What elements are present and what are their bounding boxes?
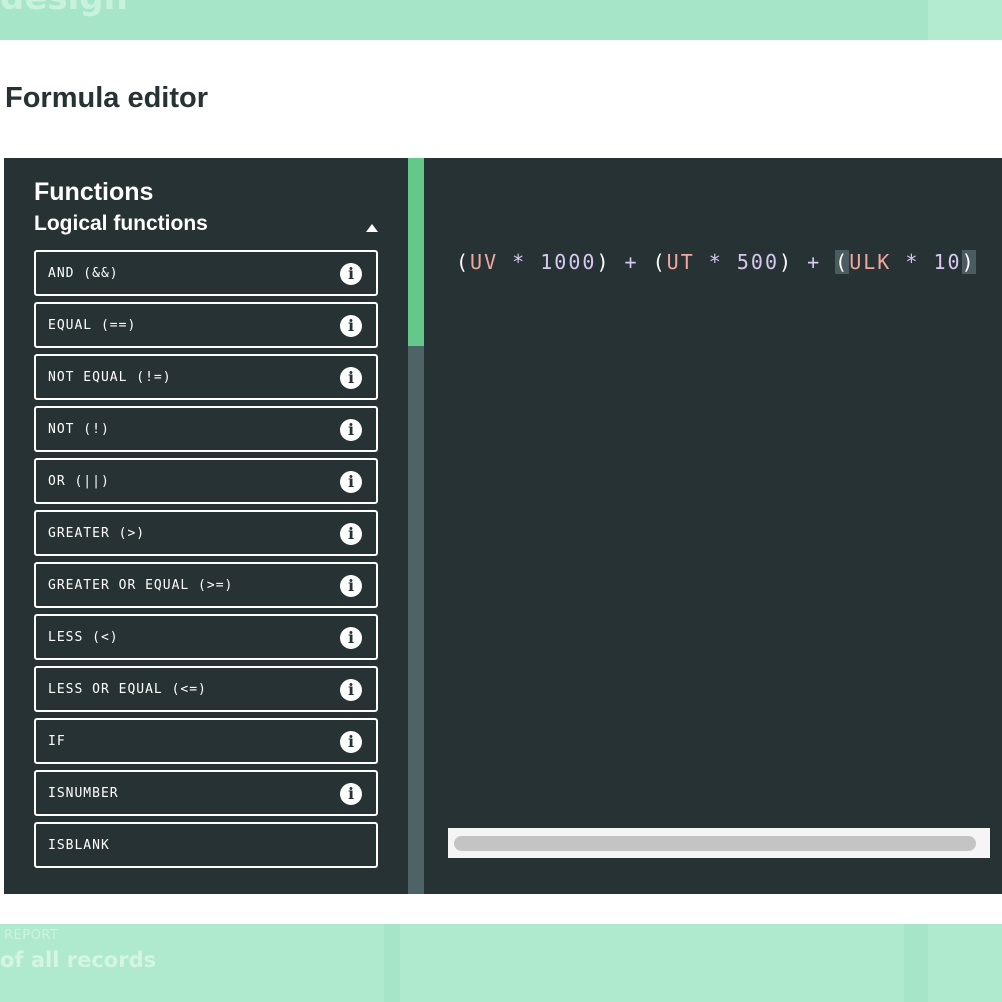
function-item-label: AND (&&) [48, 265, 119, 281]
background-card-text: of all records [0, 948, 157, 972]
background-card [400, 924, 904, 1002]
info-icon[interactable]: i [340, 367, 362, 389]
functions-scrollbar[interactable] [408, 158, 424, 894]
info-icon[interactable]: i [340, 679, 362, 701]
formula-token: 10 [933, 250, 962, 274]
function-list: AND (&&) i EQUAL (==) i NOT EQUAL (!=) i NOT (… [34, 250, 378, 874]
background-card [928, 924, 1002, 1002]
formula-token: * [694, 250, 737, 274]
horizontal-scrollbar-thumb[interactable] [454, 836, 976, 851]
info-icon[interactable]: i [340, 523, 362, 545]
function-item[interactable]: ISNUMBER i [34, 770, 378, 816]
info-icon[interactable]: i [340, 471, 362, 493]
function-item[interactable]: EQUAL (==) i [34, 302, 378, 348]
function-item[interactable]: NOT EQUAL (!=) i [34, 354, 378, 400]
function-item-label: LESS (<) [48, 629, 119, 645]
functions-heading: Functions [34, 178, 154, 206]
functions-scrollbar-thumb[interactable] [408, 158, 424, 346]
formula-token: * [498, 250, 541, 274]
function-item-label: GREATER OR EQUAL (>=) [48, 577, 234, 593]
background-card-label: REPORT [4, 928, 59, 943]
formula-token: 1000 [540, 250, 597, 274]
formula-token: + [793, 250, 836, 274]
function-item[interactable]: OR (||) i [34, 458, 378, 504]
background-header-right [928, 0, 1002, 40]
function-item[interactable]: IF i [34, 718, 378, 764]
formula-editor: Functions Logical functions AND (&&) i EQU… [4, 158, 1002, 894]
formula-token: UT [666, 250, 695, 274]
modal-title: Formula editor [5, 82, 209, 114]
function-item[interactable]: NOT (!) i [34, 406, 378, 452]
formula-token: 500 [736, 250, 779, 274]
functions-panel: Functions Logical functions AND (&&) i EQU… [4, 158, 408, 894]
function-item[interactable]: LESS (<) i [34, 614, 378, 660]
function-item-label: EQUAL (==) [48, 317, 137, 333]
formula-token: UV [470, 250, 499, 274]
background-title: design [0, 0, 128, 18]
formula-token: ) [779, 250, 794, 274]
function-item-label: LESS OR EQUAL (<=) [48, 681, 207, 697]
function-item-label: IF [48, 733, 66, 749]
function-group-toggle[interactable]: Logical functions [34, 212, 378, 244]
info-icon[interactable]: i [340, 783, 362, 805]
formula-token: ) [961, 250, 976, 274]
caret-up-icon[interactable] [366, 224, 378, 232]
info-icon[interactable]: i [340, 731, 362, 753]
formula-token: ( [835, 250, 850, 274]
background-card: REPORT of all records [0, 924, 384, 1002]
formula-token: ) [596, 250, 611, 274]
formula-token: ( [456, 250, 471, 274]
function-item[interactable]: ISBLANK [34, 822, 378, 868]
formula-token: + [610, 250, 653, 274]
background-header: design [0, 0, 1002, 40]
function-item-label: ISBLANK [48, 837, 110, 853]
info-icon[interactable]: i [340, 575, 362, 597]
formula-token: ( [652, 250, 667, 274]
info-icon[interactable]: i [340, 627, 362, 649]
formula-code-area[interactable]: (UV * 1000) + (UT * 500) + (ULK * 10) [424, 158, 1002, 894]
formula-token: ULK [849, 250, 892, 274]
info-icon[interactable]: i [340, 263, 362, 285]
info-icon[interactable]: i [340, 315, 362, 337]
formula-editor-modal: Formula editor Functions Logical functio… [0, 40, 1002, 924]
function-item[interactable]: AND (&&) i [34, 250, 378, 296]
function-item-label: ISNUMBER [48, 785, 119, 801]
function-item[interactable]: LESS OR EQUAL (<=) i [34, 666, 378, 712]
function-item-label: NOT EQUAL (!=) [48, 369, 172, 385]
function-group-label: Logical functions [34, 212, 208, 235]
formula-text[interactable]: (UV * 1000) + (UT * 500) + (ULK * 10) [456, 250, 976, 274]
background-footer: REPORT of all records [0, 924, 1002, 1002]
function-item[interactable]: GREATER (>) i [34, 510, 378, 556]
formula-token: * [891, 250, 934, 274]
function-item-label: OR (||) [48, 473, 110, 489]
function-item-label: GREATER (>) [48, 525, 146, 541]
function-item-label: NOT (!) [48, 421, 110, 437]
function-item[interactable]: GREATER OR EQUAL (>=) i [34, 562, 378, 608]
horizontal-scrollbar[interactable] [448, 828, 990, 858]
info-icon[interactable]: i [340, 419, 362, 441]
